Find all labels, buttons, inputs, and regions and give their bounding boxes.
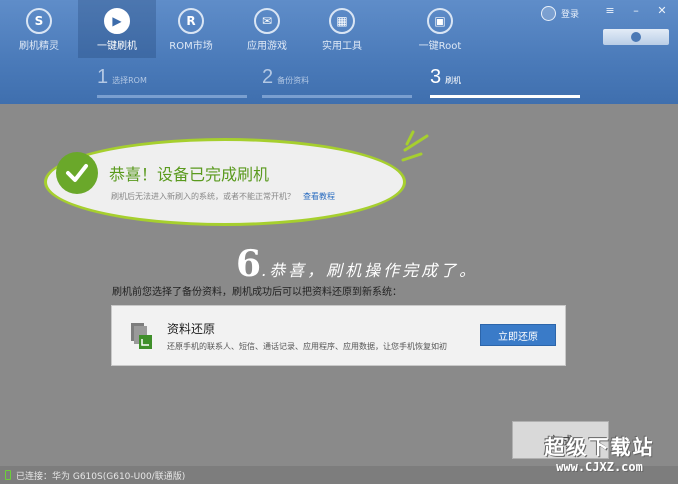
- phone-icon: [5, 470, 11, 480]
- restore-description: 还原手机的联系人、短信、通话记录、应用程序、应用数据，让您手机恢复如初: [167, 342, 447, 351]
- restore-card: 资料还原 还原手机的联系人、短信、通话记录、应用程序、应用数据，让您手机恢复如初…: [111, 305, 566, 366]
- nav-item-apps-games[interactable]: ✉ 应用游戏: [228, 0, 306, 58]
- annotation-text: .恭喜，刷机操作完成了。: [261, 261, 479, 280]
- restore-now-button[interactable]: 立即还原: [480, 324, 556, 346]
- user-icon: [541, 6, 556, 21]
- step-label: 刷机: [445, 76, 462, 85]
- watermark-title: 超级下载站: [544, 435, 655, 459]
- watermark-url: www.CJXZ.com: [556, 460, 643, 474]
- site-watermark: 超级下载站 www.CJXZ.com: [521, 431, 678, 481]
- step-label: 选择ROM: [112, 76, 147, 85]
- step-bar: [430, 95, 580, 98]
- nav-item-label: 应用游戏: [247, 41, 287, 52]
- step-label: 备份资料: [277, 76, 310, 85]
- nav-item-tools[interactable]: ▦ 实用工具: [303, 0, 381, 58]
- main-nav: S 刷机精灵 ▶ 一键刷机 R ROM市场 ✉ 应用游戏 ▦ 实用工具 ▣ 一键…: [0, 0, 560, 58]
- nav-item-rom-market[interactable]: R ROM市场: [152, 0, 230, 58]
- step-bar: [262, 95, 412, 98]
- connection-status: 已连接：华为 G610S(G610-U00/联通版): [16, 471, 186, 482]
- play-icon: ▶: [104, 8, 130, 34]
- subtitle-text: 刷机后无法进入新刷入的系统，或者不能正常开机？: [111, 192, 295, 201]
- tools-icon: ▦: [329, 8, 355, 34]
- step-3: 3 刷机: [430, 66, 580, 98]
- step-2: 2 备份资料: [262, 66, 412, 98]
- burst-icon: [401, 130, 429, 162]
- download-icon: [631, 32, 641, 42]
- nav-item-label: 一键Root: [418, 41, 462, 52]
- apps-icon: ✉: [254, 8, 280, 34]
- success-subtitle: 刷机后无法进入新刷入的系统，或者不能正常开机？ 查看教程: [111, 191, 335, 202]
- nav-item-label: 实用工具: [322, 41, 362, 52]
- annotation-number: 6: [236, 243, 262, 285]
- download-button[interactable]: [603, 29, 669, 45]
- login-link[interactable]: 登录: [541, 6, 579, 21]
- rom-icon: R: [178, 8, 204, 34]
- top-header: S 刷机精灵 ▶ 一键刷机 R ROM市场 ✉ 应用游戏 ▦ 实用工具 ▣ 一键…: [0, 0, 678, 104]
- shield-icon: S: [26, 8, 52, 34]
- view-tutorial-link[interactable]: 查看教程: [303, 192, 335, 201]
- step-number: 3: [430, 66, 442, 88]
- nav-item-label: 一键刷机: [97, 41, 137, 52]
- step-annotation: 6.恭喜，刷机操作完成了。: [236, 243, 478, 285]
- step-number: 2: [262, 66, 274, 88]
- check-icon: [56, 152, 98, 194]
- step-bar: [97, 95, 247, 98]
- nav-item-label: 刷机精灵: [19, 41, 59, 52]
- nav-item-flash-genius[interactable]: S 刷机精灵: [0, 0, 78, 58]
- nav-item-label: ROM市场: [169, 41, 213, 52]
- restore-title: 资料还原: [167, 322, 216, 336]
- minimize-button[interactable]: –: [628, 4, 644, 17]
- restore-data-icon: [131, 323, 152, 349]
- backup-note: 刷机前您选择了备份资料，刷机成功后可以把资料还原到新系统：: [112, 287, 402, 298]
- success-title: 恭喜！设备已完成刷机: [109, 165, 270, 184]
- nav-item-one-click-root[interactable]: ▣ 一键Root: [401, 0, 479, 58]
- close-button[interactable]: ✕: [654, 4, 670, 17]
- login-label: 登录: [561, 10, 580, 20]
- menu-icon[interactable]: ≡: [602, 4, 618, 17]
- step-1: 1 选择ROM: [97, 66, 247, 98]
- root-icon: ▣: [427, 8, 453, 34]
- step-progress: 1 选择ROM 2 备份资料 3 刷机: [97, 66, 582, 98]
- step-number: 1: [97, 66, 109, 88]
- nav-item-one-click-flash[interactable]: ▶ 一键刷机: [78, 0, 156, 58]
